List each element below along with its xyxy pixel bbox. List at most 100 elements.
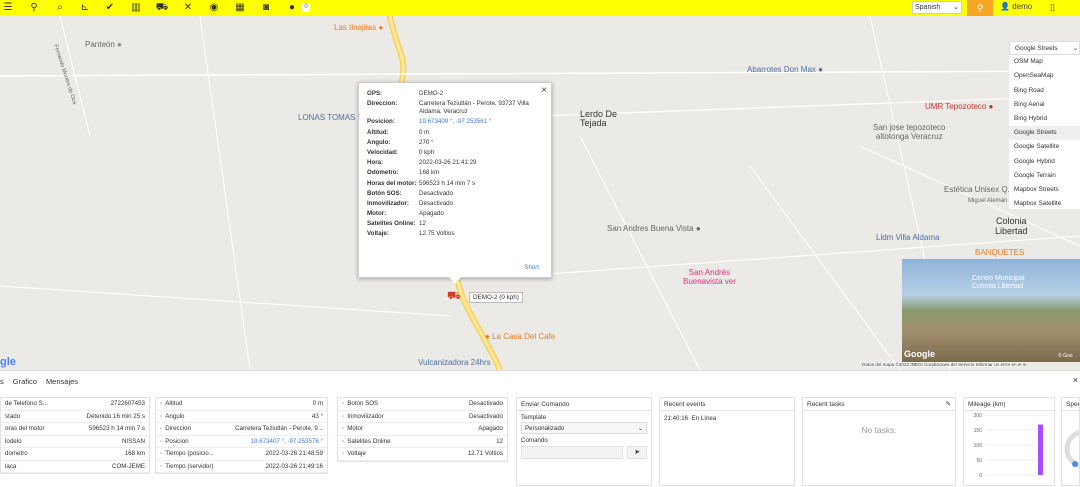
- layer-option[interactable]: OSM Map: [1009, 55, 1080, 69]
- info-value: Detenido 16 min 25 s: [86, 412, 145, 420]
- poi-banquetes[interactable]: BANQUETES: [975, 248, 1024, 257]
- mobile-icon[interactable]: ▯: [1050, 2, 1055, 13]
- layer-select-current[interactable]: Google Streets ⌄: [1009, 41, 1080, 56]
- popup-rows: GPS: DEMO-2 Direccion: Carretera Teziutlán …: [367, 90, 543, 238]
- info-value[interactable]: 19.673407 °, -97.253576 °: [251, 438, 323, 445]
- tab-grafico[interactable]: Grafico: [13, 377, 37, 386]
- popup-value: 0 m: [419, 128, 430, 136]
- info-row: ◦ Angulo 43 °: [156, 411, 327, 423]
- town-lerdo-de-tejada: Lerdo De Tejada: [580, 109, 618, 128]
- street-view-preview[interactable]: Centro Municipal Colonia Libertad Google…: [902, 259, 1080, 362]
- poi-san-jose[interactable]: San jose tepozoteco altotonga Veracruz: [873, 123, 946, 141]
- mileage-bar[interactable]: [1038, 424, 1043, 475]
- language-select[interactable]: Spanish ⌄: [912, 1, 962, 14]
- chevron-down-icon: ⌄: [637, 425, 643, 432]
- edit-icon[interactable]: ✎: [946, 398, 951, 411]
- poi-las-tinajitas[interactable]: Las tinajitas ●: [334, 23, 383, 32]
- popup-row: Voltaje: 12.75 Voltios: [367, 230, 543, 238]
- y-tick-label: 150: [974, 428, 983, 434]
- device-info-panel: de Telefono S... 2722607453 stado Detenido …: [0, 397, 150, 474]
- info-label: laca: [5, 462, 17, 470]
- no-tasks-text: No tasks.: [861, 425, 897, 435]
- chart-icon[interactable]: ⊾: [78, 1, 92, 15]
- poi-umr-tepozoteco[interactable]: UMR Tepozoteco ●: [925, 102, 993, 111]
- info-value: NISSAN: [121, 437, 145, 445]
- poi-san-andres-buena-vista[interactable]: San Andres Buena Vista ●: [607, 224, 701, 233]
- poi-panteon[interactable]: Panteón ●: [85, 40, 122, 49]
- layer-option[interactable]: Mapbox Satellite: [1009, 197, 1080, 211]
- tab-info[interactable]: s: [0, 377, 4, 386]
- command-title: Enviar Comando: [517, 398, 651, 411]
- info-label: Tiempo (servidor): [165, 462, 214, 470]
- notification-badge[interactable]: 0: [302, 3, 310, 12]
- info-label: Voltaje: [347, 450, 366, 458]
- layer-option[interactable]: Google Satellite: [1009, 140, 1080, 154]
- poi-villa-aldama[interactable]: Lldm Villa Aldama: [876, 233, 939, 242]
- search-icon[interactable]: ⌕: [53, 1, 67, 15]
- popup-key: Velocidad:: [367, 148, 398, 156]
- speed-gauge: [1064, 430, 1079, 468]
- layers-toggle-button[interactable]: ⚲: [967, 0, 993, 16]
- event-row[interactable]: 21:40:16 En Línea: [660, 411, 794, 426]
- camera-icon[interactable]: ◙: [259, 1, 273, 15]
- coffee-icon: ●: [485, 332, 490, 341]
- mileage-chart: 200 150 100 50 0: [974, 413, 1046, 479]
- layer-option-selected[interactable]: Google Streets: [1009, 126, 1080, 141]
- coins-icon[interactable]: ◉: [207, 1, 221, 15]
- popup-value: 12.75 Voltios: [419, 230, 455, 238]
- layer-option[interactable]: Bing Hybrid: [1009, 112, 1080, 126]
- sos-icon: ◦: [342, 400, 345, 408]
- poi-estetica[interactable]: Estética Unisex Q...: [944, 185, 1014, 194]
- layer-option[interactable]: Google Terrain: [1009, 169, 1080, 183]
- info-label: de Telefono S...: [5, 400, 48, 408]
- close-icon[interactable]: ×: [541, 85, 547, 96]
- map-layer-dropdown[interactable]: Google Streets ⌄ OSM Map OpenSeaMap Bing …: [1009, 41, 1080, 209]
- altitude-icon: ◦: [160, 400, 163, 408]
- popup-value: 596523 h 14 min 7 s: [419, 179, 476, 187]
- info-row: ◦ Altitud 0 m: [156, 398, 327, 411]
- poi-vulcanizadora[interactable]: Vulcanizadora 24hrs: [418, 358, 491, 367]
- layer-option[interactable]: Bing Aerial: [1009, 98, 1080, 112]
- vehicle-marker-icon[interactable]: ⛟: [447, 289, 463, 303]
- tools-icon[interactable]: ✕: [181, 1, 195, 15]
- user-menu[interactable]: 👤 demo: [1000, 2, 1032, 11]
- popup-value: 0 kph: [419, 148, 435, 156]
- check-icon[interactable]: ✔: [103, 1, 117, 15]
- poi-abarrotes[interactable]: Abarrotes Don Max ●: [747, 65, 823, 74]
- map-pin-icon[interactable]: ⚲: [27, 1, 41, 15]
- car-icon[interactable]: ⛟: [155, 1, 169, 15]
- calendar-icon[interactable]: ▦: [233, 1, 247, 15]
- command-label: Comando: [521, 437, 548, 444]
- vehicle-label[interactable]: DEMO-2 (0 kph): [469, 292, 523, 303]
- poi-casa-del-cafe[interactable]: ● La Casa Del Cafe: [485, 332, 555, 341]
- popup-row: Botón SOS: Desactivado: [367, 190, 543, 198]
- book-icon[interactable]: ▥: [129, 1, 143, 15]
- map-attribution[interactable]: Datos del mapa ©2022 INEGI Condiciones d…: [862, 362, 1027, 367]
- layer-option[interactable]: Mapbox Streets: [1009, 183, 1080, 197]
- layer-option[interactable]: Bing Road: [1009, 84, 1080, 98]
- popup-key: Inmovilizador:: [367, 199, 409, 207]
- tab-mensajes[interactable]: Mensajes: [46, 377, 78, 386]
- chevron-down-icon: ⌄: [953, 4, 959, 11]
- poi-san-andres-buenavista[interactable]: San Andrés Buenavista ver: [683, 268, 736, 286]
- poi-lonas-tomas[interactable]: LONAS TOMAS: [298, 113, 356, 122]
- command-input[interactable]: [521, 446, 623, 459]
- popup-key: Botón SOS:: [367, 189, 402, 197]
- send-icon[interactable]: ➤: [627, 446, 647, 459]
- popup-row: Satelites Online: 12: [367, 220, 543, 228]
- layer-option[interactable]: Google Hybrid: [1009, 155, 1080, 169]
- close-icon[interactable]: ×: [1073, 375, 1078, 385]
- menu-icon[interactable]: ☰: [1, 1, 15, 15]
- info-label: Botón SOS: [347, 400, 379, 408]
- template-select[interactable]: Personalizado ⌄: [521, 422, 647, 434]
- chat-icon[interactable]: ●: [285, 1, 299, 15]
- hospital-icon: ●: [988, 102, 994, 111]
- info-label-group: ◦ Botón SOS: [342, 400, 378, 407]
- layer-option[interactable]: OpenSeaMap: [1009, 69, 1080, 83]
- info-label-group: stado: [5, 413, 20, 420]
- clock-icon: ◦: [160, 450, 163, 458]
- info-label: Motor: [347, 425, 364, 433]
- popup-value[interactable]: 19.673409 °, -97.253561 °: [419, 118, 543, 126]
- short-link[interactable]: Short: [524, 264, 539, 271]
- events-title: Recent events: [660, 398, 794, 411]
